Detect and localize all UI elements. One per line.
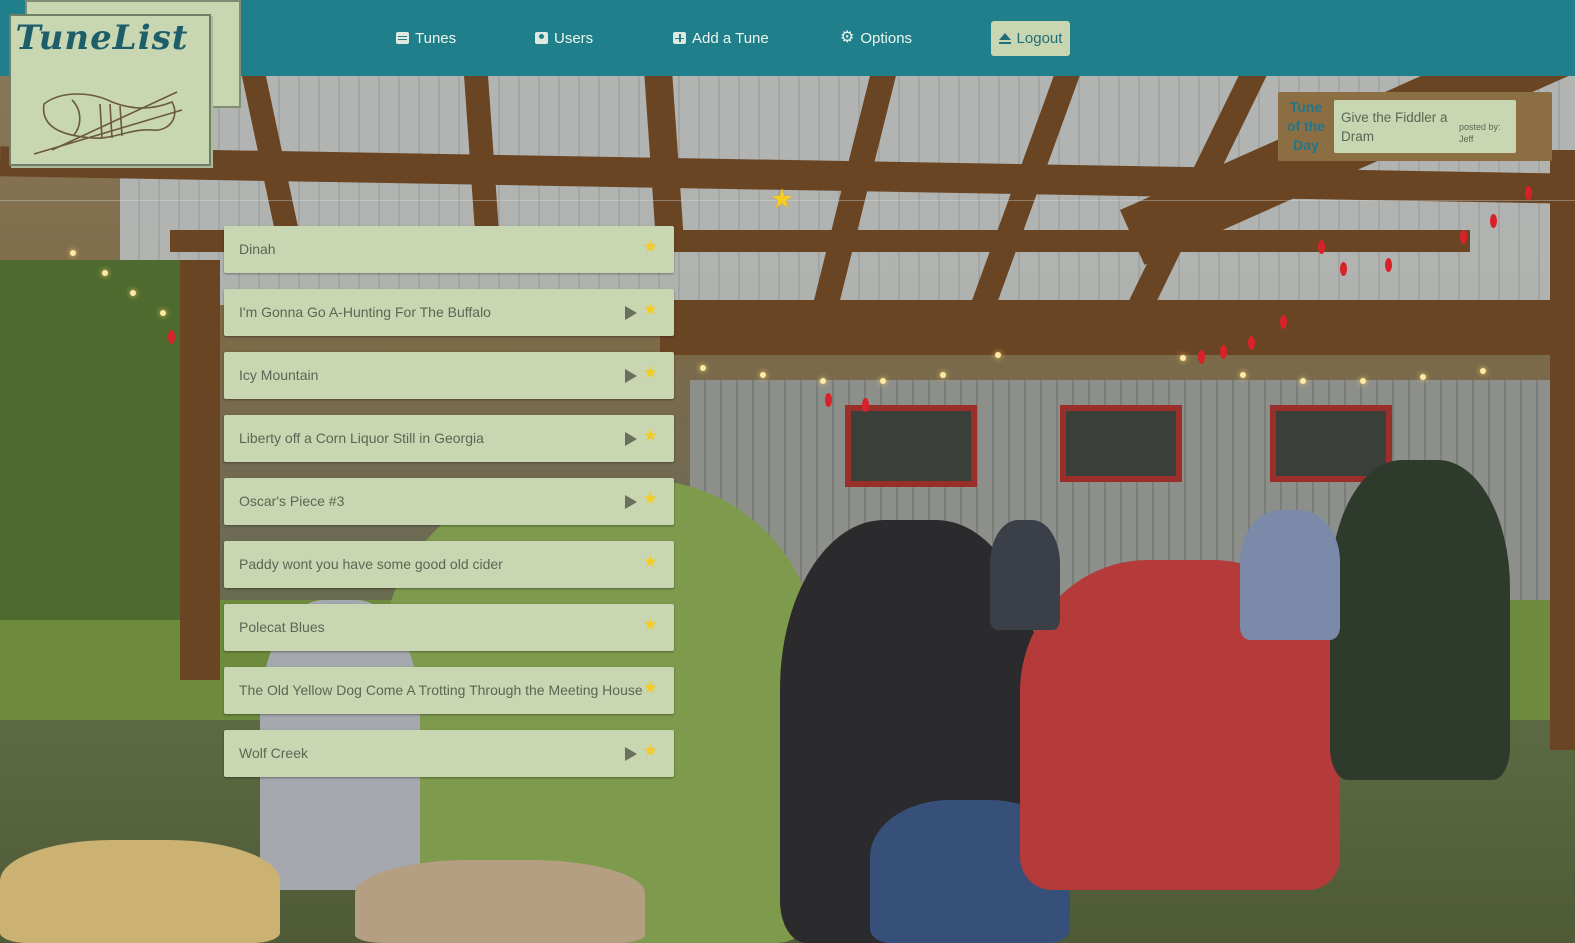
play-icon[interactable] <box>625 495 637 509</box>
star-icon[interactable]: ★ <box>643 365 658 382</box>
nav-add-tune[interactable]: Add a Tune <box>673 0 769 76</box>
fiddle-icon <box>33 91 183 155</box>
logo-text: TuneList <box>15 18 189 58</box>
list-icon <box>396 32 409 44</box>
eject-icon <box>998 33 1011 44</box>
tune-row[interactable]: The Old Yellow Dog Come A Trotting Throu… <box>224 667 674 714</box>
tune-of-the-day-poster: posted by: Jeff <box>1459 122 1501 144</box>
star-icon[interactable]: ★ <box>643 680 658 697</box>
star-icon[interactable]: ★ <box>643 743 658 760</box>
star-icon[interactable]: ★ <box>643 302 658 319</box>
tune-row[interactable]: Dinah ★ <box>224 226 674 273</box>
nav-users[interactable]: Users <box>535 0 593 76</box>
tune-name[interactable]: Wolf Creek <box>239 730 308 777</box>
tune-row[interactable]: Wolf Creek ★ <box>224 730 674 777</box>
nav-users-label: Users <box>554 29 594 47</box>
star-icon[interactable]: ★ <box>643 554 658 571</box>
nav-add-tune-label: Add a Tune <box>692 29 769 47</box>
tune-of-the-day-label: Tune of the Day <box>1286 99 1326 153</box>
tune-of-the-day-card[interactable]: Give the Fiddler a Dram posted by: Jeff <box>1334 100 1516 153</box>
tune-row[interactable]: I'm Gonna Go A-Hunting For The Buffalo ★ <box>224 289 674 336</box>
star-icon[interactable]: ★ <box>643 617 658 634</box>
tune-row[interactable]: Polecat Blues ★ <box>224 604 674 651</box>
tune-name[interactable]: Oscar's Piece #3 <box>239 478 344 525</box>
nav-tunes-label: Tunes <box>415 29 457 47</box>
play-icon[interactable] <box>625 369 637 383</box>
tune-name[interactable]: The Old Yellow Dog Come A Trotting Throu… <box>239 667 643 714</box>
user-icon <box>535 32 548 44</box>
tune-name[interactable]: Polecat Blues <box>239 604 325 651</box>
nav-options[interactable]: ⚙ Options <box>840 0 912 76</box>
tune-of-the-day-title[interactable]: Give the Fiddler a Dram <box>1341 108 1459 146</box>
logout-label: Logout <box>1016 30 1063 47</box>
star-icon: ★ <box>770 184 795 215</box>
gears-icon: ⚙ <box>840 29 855 46</box>
logo[interactable]: TuneList <box>0 0 241 170</box>
play-icon[interactable] <box>625 747 637 761</box>
nav-tunes[interactable]: Tunes <box>396 0 456 76</box>
logout-button[interactable]: Logout <box>991 21 1070 56</box>
star-icon[interactable]: ★ <box>643 239 658 256</box>
play-icon[interactable] <box>625 306 637 320</box>
tune-name[interactable]: Paddy wont you have some good old cider <box>239 541 503 588</box>
star-icon[interactable]: ★ <box>643 491 658 508</box>
nav-options-label: Options <box>860 29 913 47</box>
tune-row[interactable]: Oscar's Piece #3 ★ <box>224 478 674 525</box>
plus-square-icon <box>673 32 686 44</box>
play-icon[interactable] <box>625 432 637 446</box>
tune-name[interactable]: Icy Mountain <box>239 352 318 399</box>
tune-of-the-day-panel: Tune of the Day Give the Fiddler a Dram … <box>1278 92 1552 161</box>
tune-name[interactable]: I'm Gonna Go A-Hunting For The Buffalo <box>239 289 491 336</box>
star-icon[interactable]: ★ <box>643 428 658 445</box>
tune-name[interactable]: Liberty off a Corn Liquor Still in Georg… <box>239 415 484 462</box>
tune-row[interactable]: Liberty off a Corn Liquor Still in Georg… <box>224 415 674 462</box>
tune-row[interactable]: Icy Mountain ★ <box>224 352 674 399</box>
tune-name[interactable]: Dinah <box>239 226 276 273</box>
tune-row[interactable]: Paddy wont you have some good old cider … <box>224 541 674 588</box>
